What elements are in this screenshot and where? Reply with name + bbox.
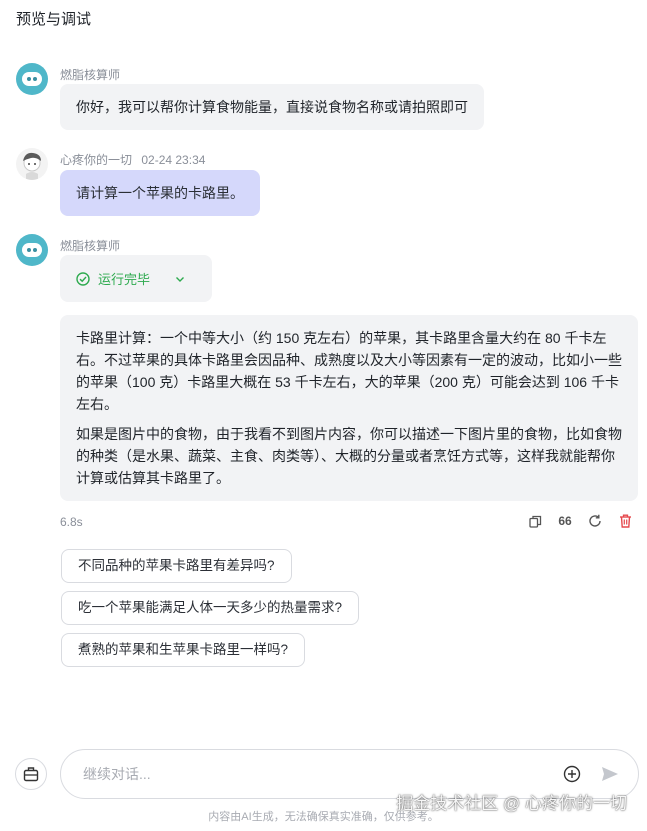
copy-icon bbox=[528, 515, 541, 528]
robot-icon bbox=[22, 243, 42, 257]
quote-button[interactable]: 66 bbox=[557, 513, 573, 529]
message-actions: 66 bbox=[527, 513, 633, 529]
bot-answer: 卡路里计算：一个中等大小（约 150 克左右）的苹果，其卡路里含量大约在 80 … bbox=[60, 315, 638, 501]
toolbox-button[interactable] bbox=[15, 758, 47, 790]
check-circle-icon bbox=[76, 271, 90, 286]
message-text: 你好，我可以帮你计算食物能量，直接说食物名称或请拍照即可 bbox=[76, 99, 468, 115]
bot-avatar bbox=[16, 63, 48, 95]
attach-button[interactable] bbox=[562, 764, 582, 784]
suggested-question[interactable]: 吃一个苹果能满足人体一天多少的热量需求? bbox=[61, 591, 360, 625]
answer-paragraph: 卡路里计算：一个中等大小（约 150 克左右）的苹果，其卡路里含量大约在 80 … bbox=[76, 330, 622, 412]
run-status-toggle[interactable]: 运行完毕 bbox=[60, 255, 212, 302]
suggested-question[interactable]: 煮熟的苹果和生苹果卡路里一样吗? bbox=[61, 633, 306, 667]
plus-circle-icon bbox=[563, 765, 581, 783]
bot-message: 你好，我可以帮你计算食物能量，直接说食物名称或请拍照即可 bbox=[60, 84, 484, 130]
user-avatar bbox=[16, 148, 48, 180]
run-status-label: 运行完毕 bbox=[98, 272, 151, 287]
trash-icon bbox=[619, 514, 631, 528]
bot-avatar bbox=[16, 234, 48, 266]
sender-name: 燃脂核算师 bbox=[60, 68, 121, 82]
delete-button[interactable] bbox=[617, 513, 633, 529]
refresh-icon bbox=[589, 514, 601, 527]
suggested-question[interactable]: 不同品种的苹果卡路里有差异吗? bbox=[61, 549, 292, 583]
watermark: 掘金技术社区 @ 心疼你的一切 bbox=[396, 794, 627, 813]
send-icon bbox=[602, 767, 618, 781]
user-meta: 心疼你的一切 02-24 23:34 bbox=[60, 151, 205, 168]
user-avatar-icon bbox=[23, 152, 41, 180]
message-text: 请计算一个苹果的卡路里。 bbox=[76, 185, 244, 201]
send-button[interactable] bbox=[600, 764, 620, 784]
regenerate-button[interactable] bbox=[587, 513, 603, 529]
page-title: 预览与调试 bbox=[16, 11, 92, 28]
chevron-down-icon bbox=[176, 276, 185, 282]
user-message: 请计算一个苹果的卡路里。 bbox=[60, 170, 260, 216]
answer-paragraph: 如果是图片中的食物，由于我看不到图片内容，你可以描述一下图片里的食物，比如食物的… bbox=[76, 426, 622, 486]
quote-icon: 66 bbox=[558, 514, 572, 528]
sender-name: 心疼你的一切 bbox=[60, 153, 133, 167]
robot-icon bbox=[22, 72, 42, 86]
toolbox-icon bbox=[23, 767, 39, 782]
response-duration: 6.8s bbox=[60, 515, 83, 529]
sender-name: 燃脂核算师 bbox=[60, 239, 121, 253]
chat-input[interactable] bbox=[83, 766, 562, 782]
copy-button[interactable] bbox=[527, 513, 543, 529]
message-time: 02-24 23:34 bbox=[141, 153, 206, 167]
